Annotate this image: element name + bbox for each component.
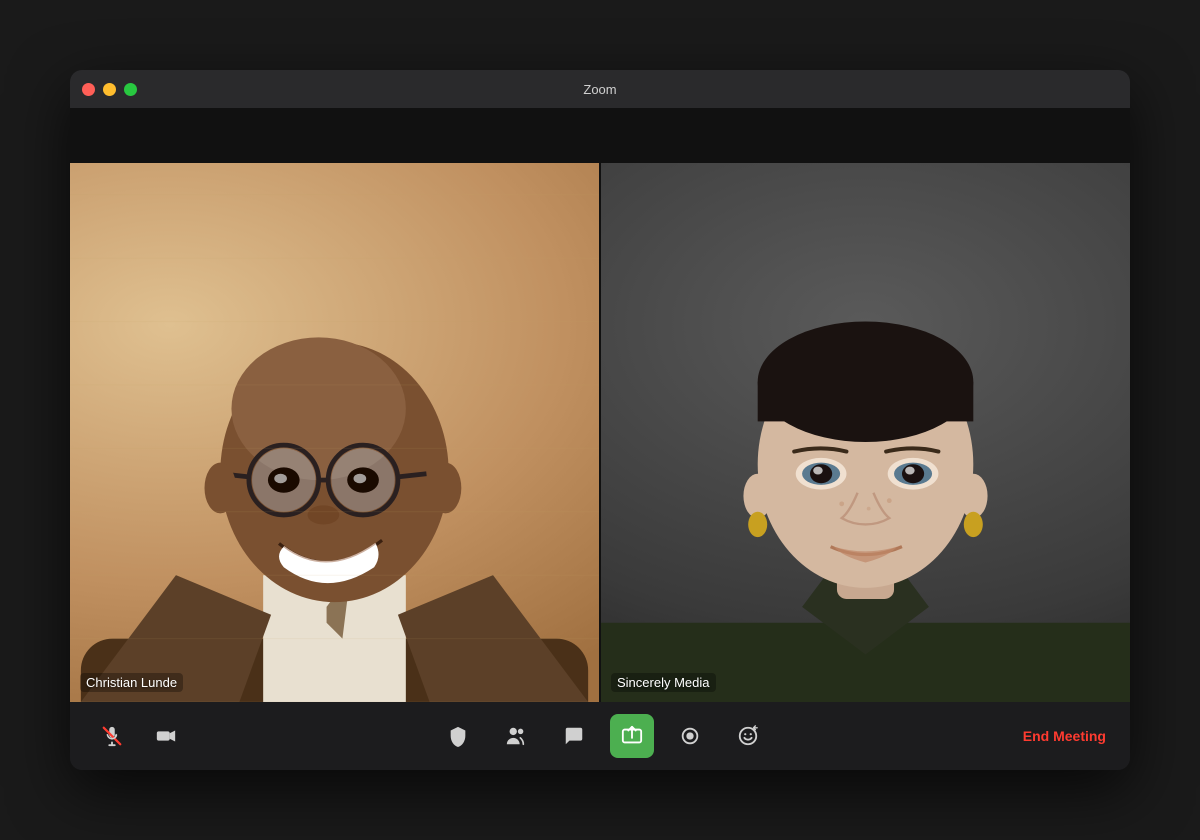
camera-icon [155, 725, 177, 747]
participants-icon [505, 725, 527, 747]
video-tile-participant-2[interactable]: Sincerely Media [601, 163, 1130, 702]
chat-button[interactable] [552, 714, 596, 758]
toolbar: End Meeting [70, 702, 1130, 770]
window-title: Zoom [583, 82, 616, 97]
video-area: Christian Lunde [70, 163, 1130, 702]
microphone-muted-icon [101, 725, 123, 747]
minimize-button[interactable] [103, 83, 116, 96]
security-button[interactable] [436, 714, 480, 758]
shield-icon [447, 725, 469, 747]
titlebar: Zoom [70, 70, 1130, 108]
toolbar-left [90, 714, 188, 758]
toolbar-right: End Meeting [1019, 720, 1110, 752]
traffic-lights [82, 83, 137, 96]
video-button[interactable] [144, 714, 188, 758]
toolbar-center [188, 714, 1019, 758]
share-screen-button[interactable] [610, 714, 654, 758]
participants-button[interactable] [494, 714, 538, 758]
participant-1-label: Christian Lunde [80, 673, 183, 692]
reactions-button[interactable] [726, 714, 770, 758]
participant-2-label: Sincerely Media [611, 673, 716, 692]
reactions-icon [737, 725, 759, 747]
record-icon [679, 725, 701, 747]
maximize-button[interactable] [124, 83, 137, 96]
mute-button[interactable] [90, 714, 134, 758]
share-screen-icon [621, 725, 643, 747]
video-tile-participant-1[interactable]: Christian Lunde [70, 163, 599, 702]
chat-icon [563, 725, 585, 747]
zoom-window: Zoom [70, 70, 1130, 770]
top-spacer [70, 108, 1130, 163]
record-button[interactable] [668, 714, 712, 758]
end-meeting-button[interactable]: End Meeting [1019, 720, 1110, 752]
close-button[interactable] [82, 83, 95, 96]
